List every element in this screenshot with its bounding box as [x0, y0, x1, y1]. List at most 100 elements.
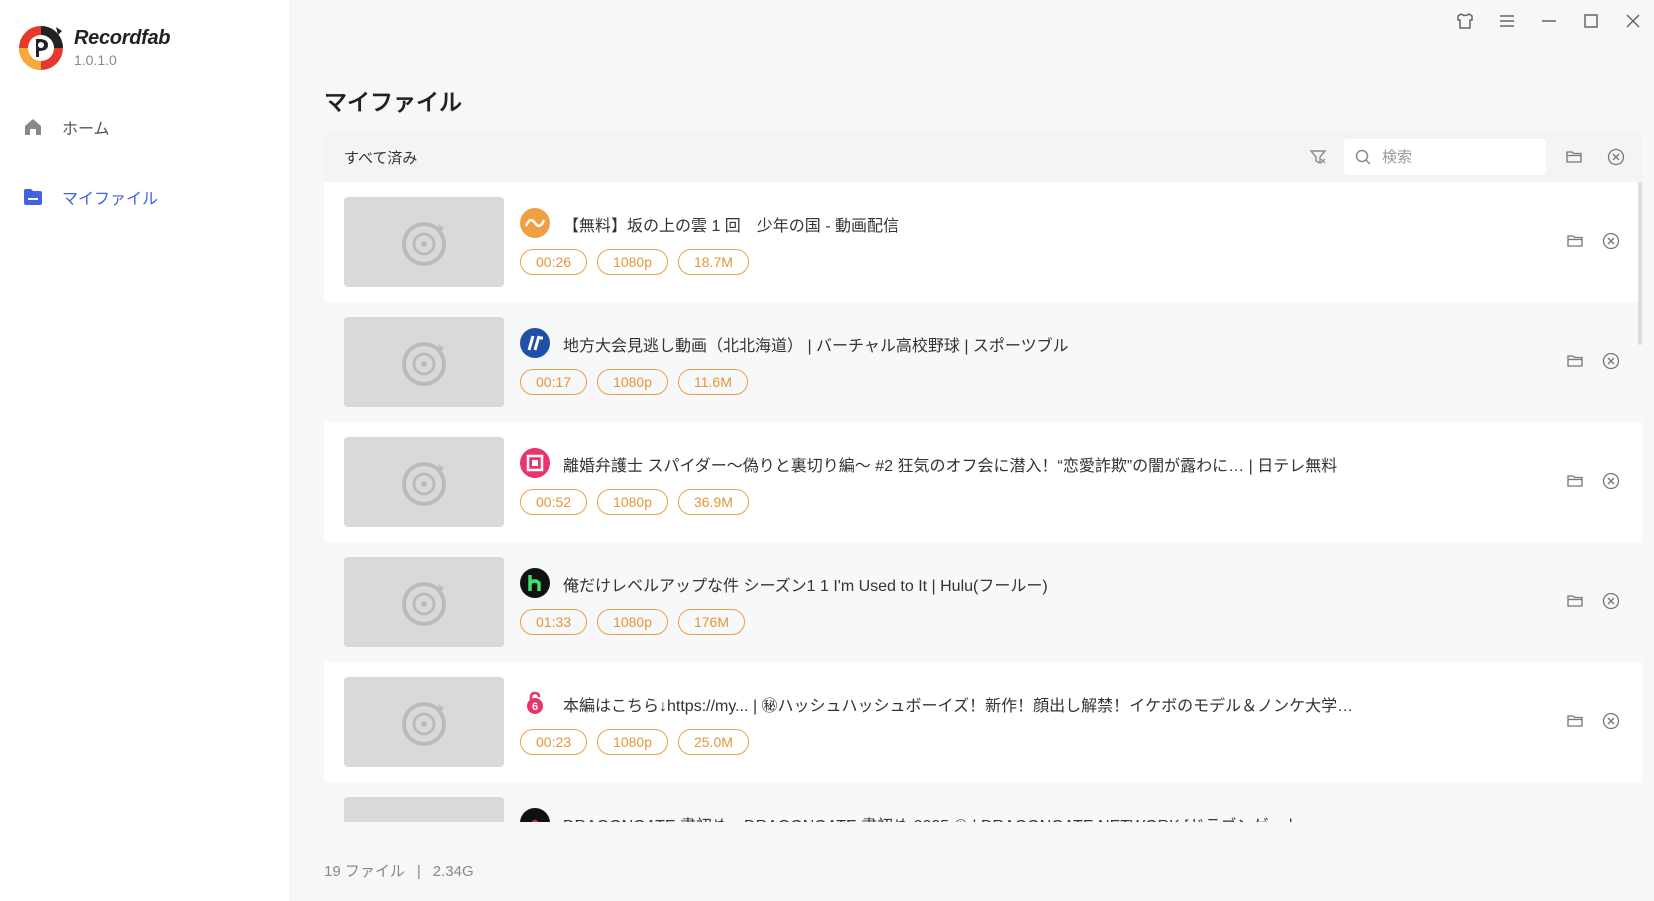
folder-icon [1567, 355, 1583, 367]
sidebar-item-label: ホーム [62, 121, 110, 138]
duration-badge: 00:26 [520, 249, 588, 275]
file-list-panel: すべて済み 検索 【無料】坂の上の雲 1 回 少年の国 - 動画配信 00:26… [324, 132, 1642, 822]
file-title: 離婚弁護士 スパイダー〜偽りと裏切り編〜 #2 狂気のオフ会に潜入！“恋愛詐欺”… [563, 458, 1338, 475]
total-size: 2.34G [432, 863, 474, 880]
open-folder-button[interactable] [1564, 590, 1586, 612]
open-folder-button[interactable] [1564, 350, 1586, 372]
site-logo-icon [527, 335, 543, 351]
close-circle-icon [1602, 712, 1620, 730]
minimize-button[interactable] [1528, 8, 1570, 34]
shirt-icon [1457, 13, 1473, 29]
file-row[interactable]: 6 本編はこちら↓https://my... | ㊙ハッシュハッシュボーイズ！新… [324, 662, 1642, 782]
file-title: 本編はこちら↓https://my... | ㊙ハッシュハッシュボーイズ！新作！… [563, 698, 1363, 715]
delete-button[interactable] [1600, 590, 1622, 612]
delete-all-button[interactable] [1604, 145, 1628, 169]
maximize-button[interactable] [1570, 8, 1612, 34]
file-row[interactable]: DRAGONGATE 書初め DRAGONGATE 書初め 2025 ① | D… [324, 782, 1642, 822]
dragon-logo-icon [531, 819, 539, 822]
sidebar-item-label: マイファイル [62, 191, 159, 208]
menu-button[interactable] [1486, 8, 1528, 34]
video-thumbnail[interactable] [344, 197, 504, 287]
video-thumbnail[interactable] [344, 797, 504, 822]
open-folder-button[interactable] [1564, 230, 1586, 252]
site-logo-icon [524, 218, 546, 228]
site-icon [520, 208, 550, 238]
delete-button[interactable] [1600, 350, 1622, 372]
search-box [1344, 139, 1546, 175]
close-circle-icon [1602, 232, 1620, 250]
video-placeholder-icon [402, 462, 446, 506]
file-count: 19 ファイル [324, 863, 405, 880]
close-circle-icon [1602, 352, 1620, 370]
resolution-badge: 1080p [597, 609, 668, 635]
close-circle-icon [1602, 592, 1620, 610]
duration-badge: 00:17 [520, 369, 588, 395]
open-folder-button[interactable] [1564, 470, 1586, 492]
video-thumbnail[interactable] [344, 437, 504, 527]
folder-icon [1567, 475, 1583, 487]
site-icon [520, 328, 550, 358]
open-folder-all-button[interactable] [1562, 145, 1586, 169]
video-thumbnail[interactable] [344, 677, 504, 767]
menu-icon [1500, 15, 1514, 27]
resolution-badge: 1080p [597, 249, 668, 275]
video-placeholder-icon [398, 816, 450, 822]
status-footer: 19 ファイル | 2.34G [324, 860, 474, 881]
site-logo-icon [528, 575, 541, 591]
delete-button[interactable] [1600, 470, 1622, 492]
delete-button[interactable] [1600, 230, 1622, 252]
video-thumbnail[interactable] [344, 317, 504, 407]
filter-button[interactable] [1306, 145, 1330, 169]
video-placeholder-icon [402, 342, 446, 386]
duration-badge: 01:33 [520, 609, 588, 635]
theme-button[interactable] [1444, 8, 1486, 34]
delete-button[interactable] [1600, 710, 1622, 732]
status-filter-label: すべて済み [344, 149, 418, 167]
site-icon: 6 [520, 688, 550, 718]
file-title: 【無料】坂の上の雲 1 回 少年の国 - 動画配信 [563, 218, 900, 235]
resolution-badge: 1080p [597, 729, 668, 755]
page-title: マイファイル [324, 89, 462, 115]
site-icon [520, 448, 550, 478]
app-name: Recordfab [74, 27, 171, 49]
size-badge: 176M [677, 609, 746, 635]
search-input[interactable] [1382, 148, 1542, 166]
folder-icon [24, 189, 42, 205]
folder-icon [1567, 715, 1583, 727]
close-circle-icon [1602, 472, 1620, 490]
search-icon [1355, 149, 1371, 165]
open-folder-button[interactable] [1564, 710, 1586, 732]
sidebar: Recordfab 1.0.1.0 ホーム マイファイル [0, 0, 289, 901]
file-title: DRAGONGATE 書初め DRAGONGATE 書初め 2025 ① | D… [563, 812, 1317, 822]
folder-icon [1566, 151, 1582, 163]
footer-separator: | [416, 863, 421, 880]
file-title: 俺だけレベルアップな件 シーズン1 1 I'm Used to It | Hul… [563, 578, 1048, 595]
site-icon [520, 568, 550, 598]
folder-icon [1567, 595, 1583, 607]
sidebar-item-my-files[interactable]: マイファイル [22, 185, 158, 209]
list-scrollbar[interactable] [1638, 182, 1642, 345]
video-placeholder-icon [402, 702, 446, 746]
file-row[interactable]: 俺だけレベルアップな件 シーズン1 1 I'm Used to It | Hul… [324, 542, 1642, 662]
window-controls [1444, 8, 1654, 34]
file-row[interactable]: 【無料】坂の上の雲 1 回 少年の国 - 動画配信 00:26 1080p 18… [324, 182, 1642, 302]
video-thumbnail[interactable] [344, 557, 504, 647]
size-badge: 18.7M [677, 249, 749, 275]
list-toolbar: すべて済み [324, 132, 1642, 182]
maximize-icon [1584, 14, 1598, 28]
duration-badge: 00:52 [520, 489, 588, 515]
file-row[interactable]: 離婚弁護士 スパイダー〜偽りと裏切り編〜 #2 狂気のオフ会に潜入！“恋愛詐欺”… [324, 422, 1642, 542]
close-button[interactable] [1612, 8, 1654, 34]
close-circle-icon [1607, 148, 1625, 166]
resolution-badge: 1080p [597, 489, 668, 515]
sidebar-item-home[interactable]: ホーム [22, 115, 110, 139]
site-logo-icon: 6 [527, 691, 543, 714]
video-placeholder-icon [402, 582, 446, 626]
size-badge: 25.0M [677, 729, 749, 755]
size-badge: 11.6M [677, 369, 748, 395]
file-row[interactable]: 地方大会見逃し動画（北北海道） | バーチャル高校野球 | スポーツブル 00:… [324, 302, 1642, 422]
video-placeholder-icon [402, 222, 446, 266]
app-version: 1.0.1.0 [74, 52, 117, 68]
duration-badge: 00:23 [520, 729, 588, 755]
file-title: 地方大会見逃し動画（北北海道） | バーチャル高校野球 | スポーツブル [563, 338, 1069, 355]
